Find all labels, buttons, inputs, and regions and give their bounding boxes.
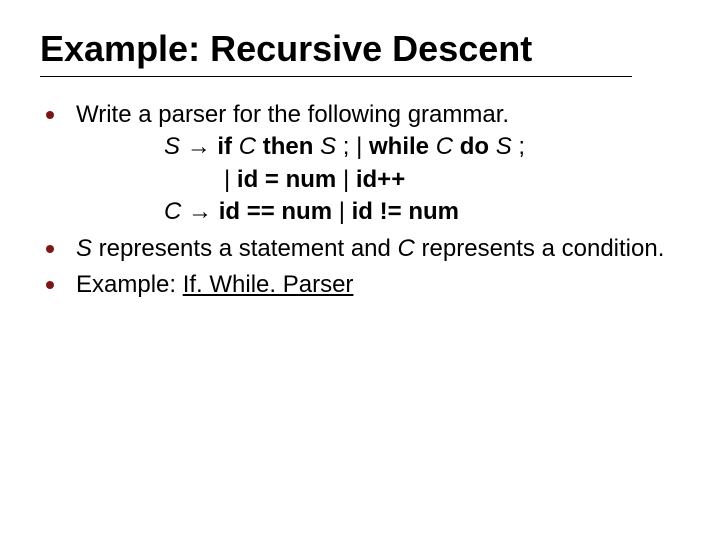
kw-num: num bbox=[408, 198, 459, 225]
sym-S: S bbox=[76, 235, 92, 262]
sym-C: C bbox=[398, 235, 415, 262]
neq: != bbox=[380, 198, 402, 225]
sym-S: S bbox=[164, 133, 180, 160]
bar: | bbox=[356, 133, 362, 160]
bullet-1: Write a parser for the following grammar… bbox=[40, 99, 680, 229]
kw-do: do bbox=[460, 133, 489, 160]
bullet-3: Example: If. While. Parser bbox=[40, 269, 680, 301]
bar: | bbox=[339, 198, 345, 225]
kw-id: id bbox=[237, 166, 258, 193]
eqeq: == bbox=[247, 198, 275, 225]
slide-title: Example: Recursive Descent bbox=[40, 28, 632, 70]
arrow-icon: → bbox=[188, 198, 212, 225]
kw-id: id bbox=[352, 198, 373, 225]
semi2: ; bbox=[518, 133, 525, 160]
semi: ; bbox=[343, 133, 350, 160]
kw-id: id bbox=[219, 198, 240, 225]
bullet-1-intro: Write a parser for the following grammar… bbox=[76, 99, 680, 131]
kw-while: while bbox=[369, 133, 429, 160]
example-label: Example: bbox=[76, 271, 183, 298]
text: represents a statement and bbox=[92, 235, 398, 262]
sym-C2: C bbox=[436, 133, 453, 160]
sym-C3: C bbox=[164, 198, 181, 225]
grammar-line-1: S → if C then S ; | while C do S ; bbox=[76, 131, 680, 163]
bar: | bbox=[343, 166, 349, 193]
kw-if: if bbox=[217, 133, 232, 160]
kw-then: then bbox=[263, 133, 314, 160]
arrow-icon: → bbox=[187, 133, 211, 160]
kw-num: num bbox=[281, 198, 332, 225]
grammar-line-3: C → id == num | id != num bbox=[76, 196, 680, 228]
bullet-2: S represents a statement and C represent… bbox=[40, 233, 680, 265]
sym-C: C bbox=[239, 133, 256, 160]
sym-S2: S bbox=[320, 133, 336, 160]
bullet-list: Write a parser for the following grammar… bbox=[40, 99, 680, 301]
title-underline: Example: Recursive Descent bbox=[40, 28, 632, 77]
sym-S3: S bbox=[496, 133, 512, 160]
eq: = bbox=[265, 166, 279, 193]
grammar-line-2: | id = num | id++ bbox=[76, 164, 680, 196]
example-link[interactable]: If. While. Parser bbox=[183, 271, 354, 298]
kw-num: num bbox=[286, 166, 337, 193]
bar: | bbox=[224, 166, 230, 193]
slide: Example: Recursive Descent Write a parse… bbox=[0, 0, 720, 540]
kw-idpp: id++ bbox=[356, 166, 405, 193]
text: represents a condition. bbox=[415, 235, 664, 262]
